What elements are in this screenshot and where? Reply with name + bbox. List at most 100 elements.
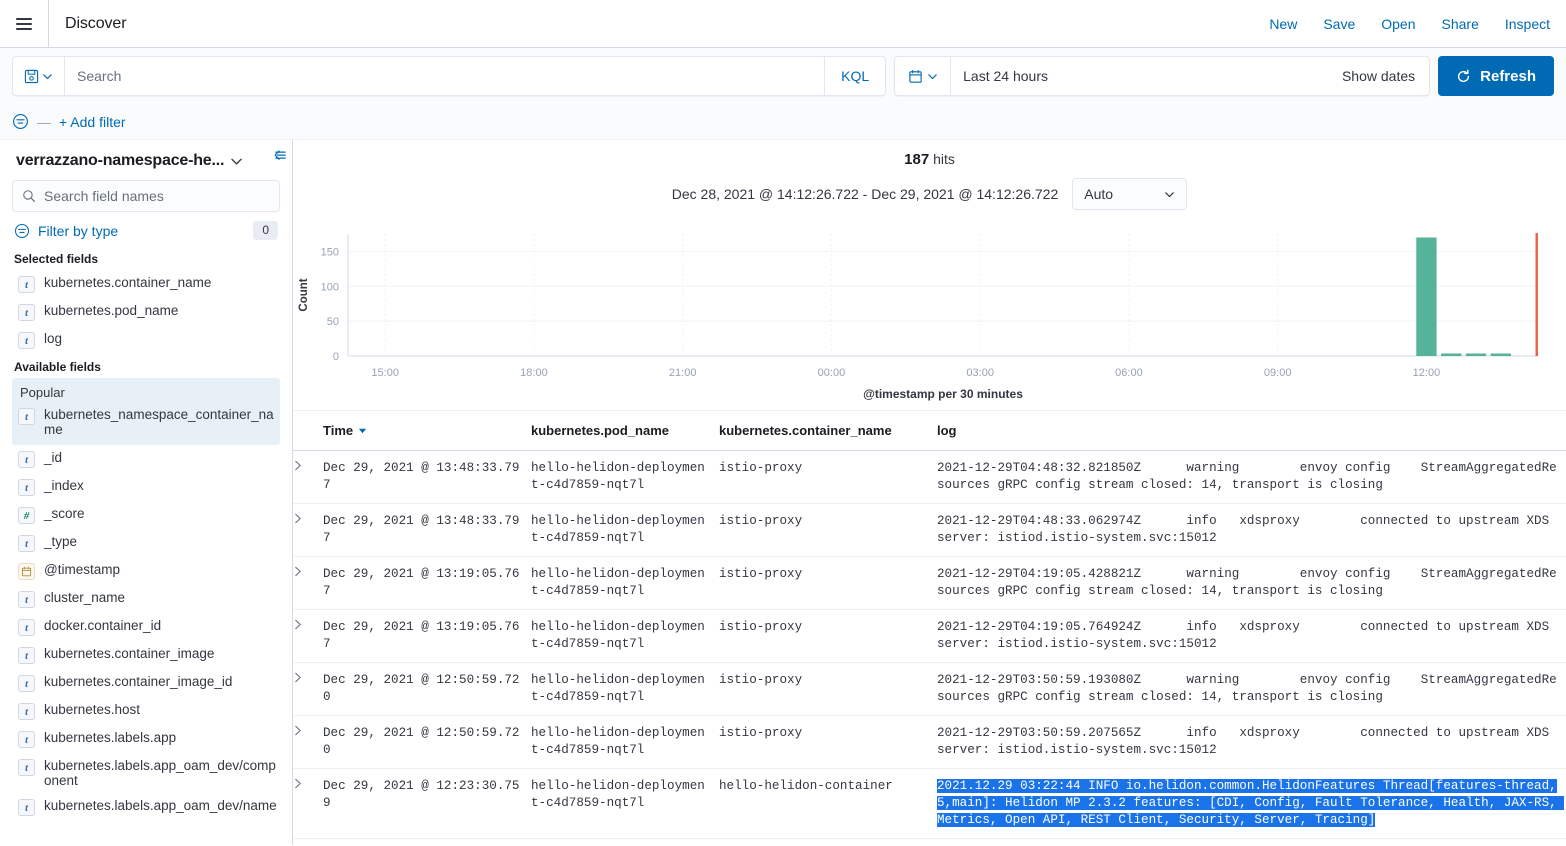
table-row[interactable]: Dec 29, 2021 @ 12:50:59.720 hello-helidon… [293,715,1566,769]
save-button[interactable]: Save [1323,16,1355,32]
query-language-button[interactable]: KQL [824,57,885,95]
table-row[interactable]: Dec 29, 2021 @ 13:19:05.767 hello-helidon… [293,556,1566,610]
histogram-bar[interactable] [1441,353,1462,357]
field-item[interactable]: @timestamp [12,557,280,585]
field-search-input[interactable]: Search field names [44,188,164,204]
chevron-down-icon[interactable] [230,155,243,168]
cell-pod: hello-helidon-deployment-c4d7859-nqt7l [531,556,719,610]
field-type-icon: t [18,703,35,720]
cell-time: Dec 29, 2021 @ 12:50:59.720 [323,715,531,769]
search-input[interactable]: Search [65,68,824,84]
field-name: kubernetes.labels.app [44,730,177,745]
collapse-sidebar-icon[interactable] [271,147,288,164]
column-header-log[interactable]: log [937,411,1566,451]
query-bar: Search KQL Last 24 hours Show dates Refr… [0,48,1566,104]
field-item[interactable]: t kubernetes.pod_name [12,298,280,326]
filter-options-icon[interactable] [12,113,29,130]
expand-row-button[interactable] [293,503,323,557]
documents-table-wrapper: Time kubernetes.pod_name kubernetes.cont… [293,410,1566,845]
field-item[interactable]: t kubernetes.container_image [12,641,280,669]
chevron-right-icon [295,672,301,683]
inspect-button[interactable]: Inspect [1505,16,1550,32]
expand-row-button[interactable] [293,609,323,663]
index-pattern-selector[interactable]: verrazzano-namespace-he... [12,148,280,180]
top-actions: New Save Open Share Inspect [1269,0,1566,48]
cell-log: 2021-12-29T03:50:59.193080Z warning envo… [937,662,1566,716]
x-axis-tick: 03:00 [966,367,994,379]
chevron-right-icon [295,619,301,630]
filter-by-type-button[interactable]: Filter by type 0 [12,212,280,246]
interval-select[interactable]: Auto [1072,178,1188,210]
show-dates-button[interactable]: Show dates [1342,68,1429,84]
date-quick-select-button[interactable] [895,57,952,95]
field-item[interactable]: t cluster_name [12,585,280,613]
chevron-down-icon [927,73,937,79]
field-item[interactable]: t _id [12,445,280,473]
table-row[interactable]: Dec 29, 2021 @ 13:48:33.797 hello-helidon… [293,503,1566,557]
field-item[interactable]: t kubernetes_namespace_container_name [12,402,280,442]
cell-pod: hello-helidon-deployment-c4d7859-nqt7l [531,450,719,504]
hits-row: 187 hits [293,140,1566,168]
y-axis-tick: 0 [333,351,339,363]
refresh-button[interactable]: Refresh [1438,56,1554,96]
column-header-container-name[interactable]: kubernetes.container_name [719,411,937,451]
add-filter-button[interactable]: + Add filter [59,114,126,130]
field-name: _type [44,534,78,549]
field-type-icon: t [18,647,35,664]
table-row[interactable]: Dec 29, 2021 @ 12:23:30.759 hello-helidon… [293,768,1566,839]
cell-pod: hello-helidon-deployment-c4d7859-nqt7l [531,715,719,769]
open-button[interactable]: Open [1381,16,1415,32]
field-name: log [44,331,63,346]
expand-row-button[interactable] [293,450,323,504]
field-item[interactable]: t _type [12,529,280,557]
field-item[interactable]: t kubernetes.labels.app [12,725,280,753]
field-name: kubernetes.pod_name [44,303,179,318]
y-axis-tick: 150 [321,246,339,258]
histogram-svg[interactable]: 0 50 100 150 Count 15:00 18:00 21:00 00:00 03:00 0… [293,224,1556,404]
filter-bar: — + Add filter [0,104,1566,140]
selected-fields-heading: Selected fields [14,252,99,266]
discover-main-panel: 187 hits Dec 28, 2021 @ 14:12:26.722 - D… [293,140,1566,845]
column-header-time[interactable]: Time [323,411,531,451]
hits-label: hits [933,151,955,167]
field-item[interactable]: t kubernetes.host [12,697,280,725]
field-item[interactable]: t kubernetes.labels.app_oam_dev/name [12,793,280,821]
field-item[interactable]: t kubernetes.container_name [12,270,280,298]
search-icon [23,190,36,203]
index-pattern-name: verrazzano-namespace-he... [16,152,225,169]
column-header-time-label: Time [323,423,354,438]
histogram-bar[interactable] [1416,237,1437,356]
field-item[interactable]: t docker.container_id [12,613,280,641]
saved-query-popover-button[interactable] [13,57,65,95]
table-row[interactable]: Dec 29, 2021 @ 13:48:33.797 hello-helidon… [293,450,1566,504]
share-button[interactable]: Share [1442,16,1479,32]
field-item[interactable]: t kubernetes.container_image_id [12,669,280,697]
field-search-input-wrapper[interactable]: Search field names [12,180,280,212]
histogram-bar[interactable] [1465,353,1487,357]
field-item[interactable]: t _index [12,473,280,501]
field-name: @timestamp [44,562,120,577]
hamburger-menu-icon[interactable] [0,0,48,48]
x-axis-tick: 18:00 [520,367,548,379]
y-axis-tick: 100 [321,281,339,293]
new-button[interactable]: New [1269,16,1297,32]
chevron-right-icon [295,778,301,789]
field-item[interactable]: t kubernetes.labels.app_oam_dev/component [12,753,280,793]
selected-fields-list: t kubernetes.container_name t kubernetes.po… [12,270,280,354]
sort-desc-icon[interactable] [358,426,367,435]
field-item[interactable]: # _score [12,501,280,529]
expand-row-button[interactable] [293,768,323,839]
date-range-value[interactable]: Last 24 hours [951,68,1342,84]
field-item[interactable]: t log [12,326,280,354]
filter-by-type-label: Filter by type [38,222,119,239]
column-header-pod-name[interactable]: kubernetes.pod_name [531,411,719,451]
table-row[interactable]: Dec 29, 2021 @ 12:50:59.720 hello-helidon… [293,662,1566,716]
cell-log: 2021-12-29T04:48:33.062974Z info xdsprox… [937,503,1566,557]
table-row[interactable]: Dec 29, 2021 @ 13:19:05.767 hello-helidon… [293,609,1566,663]
column-header-expand [293,411,323,451]
histogram-chart[interactable]: 0 50 100 150 Count 15:00 18:00 21:00 00:00 03:00 0… [293,224,1556,404]
histogram-bar[interactable] [1490,353,1511,357]
expand-row-button[interactable] [293,715,323,769]
expand-row-button[interactable] [293,556,323,610]
expand-row-button[interactable] [293,662,323,716]
